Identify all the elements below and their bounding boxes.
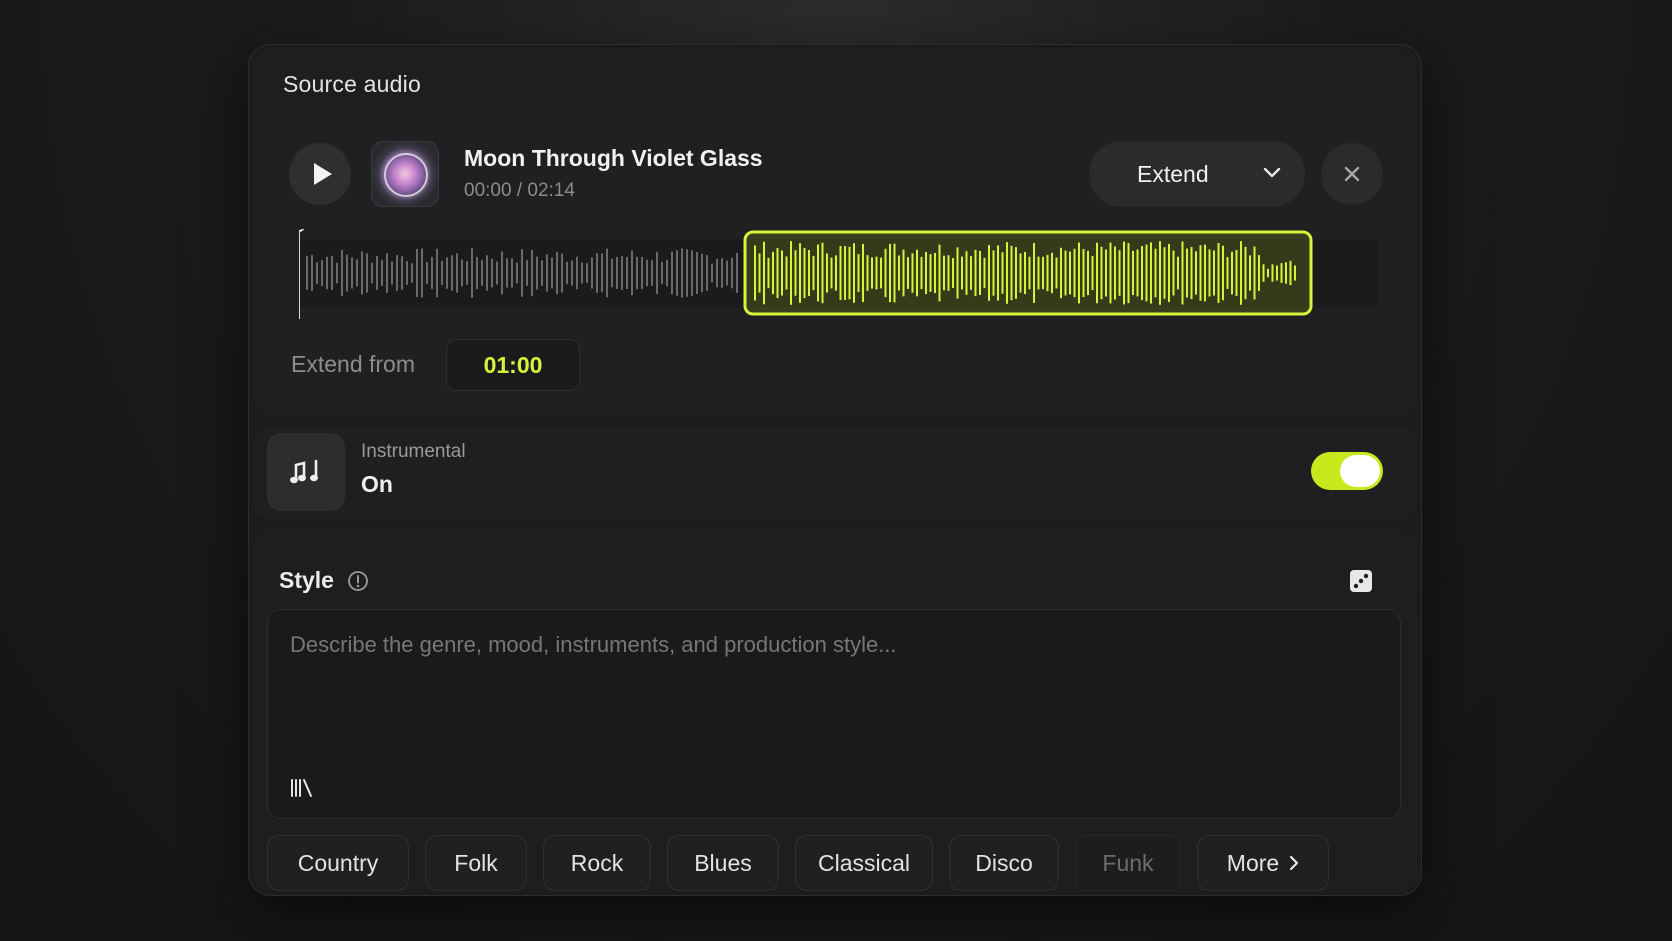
style-section: Style Describe the genre, mood, instrume… (253, 529, 1417, 891)
track-time: 00:00 / 02:14 (464, 180, 575, 201)
extend-from-label: Extend from (291, 351, 415, 377)
chip-disco[interactable]: Disco (949, 835, 1059, 891)
playhead-handle[interactable] (299, 229, 305, 232)
section-title: Source audio (283, 71, 421, 97)
dice-icon[interactable] (1349, 569, 1373, 593)
more-label: More (1226, 849, 1280, 876)
album-cover (371, 141, 439, 207)
chip-funk[interactable]: Funk (1075, 835, 1181, 891)
mode-dropdown[interactable]: Extend (1089, 141, 1305, 207)
chip-blues[interactable]: Blues (667, 835, 779, 891)
style-textarea[interactable]: Describe the genre, mood, instruments, a… (267, 609, 1401, 819)
chip-classical[interactable]: Classical (795, 835, 933, 891)
more-chips-button[interactable]: More (1197, 835, 1329, 891)
remove-audio-button[interactable] (1321, 143, 1383, 205)
style-placeholder: Describe the genre, mood, instruments, a… (290, 632, 897, 657)
source-audio-section: Source audio Moon Through Violet Glass 0… (253, 49, 1417, 417)
extend-region[interactable] (743, 230, 1313, 316)
close-icon (1344, 166, 1360, 182)
chip-folk[interactable]: Folk (425, 835, 527, 891)
music-notes-icon (267, 433, 345, 511)
play-icon (313, 163, 332, 185)
chevron-down-icon (1263, 167, 1281, 178)
instrumental-row: Instrumental On (253, 427, 1417, 519)
style-chips: Country Folk Rock Blues Classical Disco … (267, 835, 1401, 891)
instrumental-value: On (361, 471, 393, 497)
style-title: Style (279, 567, 334, 593)
waveform[interactable] (299, 229, 1379, 319)
library-icon[interactable] (290, 778, 314, 798)
extend-from-input[interactable]: 01:00 (446, 339, 580, 391)
create-panel: Source audio Moon Through Violet Glass 0… (248, 44, 1422, 896)
chip-country[interactable]: Country (267, 835, 409, 891)
chevron-right-icon (1290, 855, 1299, 871)
instrumental-toggle[interactable] (1311, 452, 1383, 490)
info-icon[interactable] (347, 570, 369, 592)
track-title: Moon Through Violet Glass (464, 145, 763, 171)
play-button[interactable] (289, 143, 351, 205)
chip-rock[interactable]: Rock (543, 835, 651, 891)
cover-art (384, 153, 428, 197)
toggle-knob (1340, 455, 1380, 487)
instrumental-label: Instrumental (361, 441, 466, 462)
mode-label: Extend (1137, 160, 1209, 187)
